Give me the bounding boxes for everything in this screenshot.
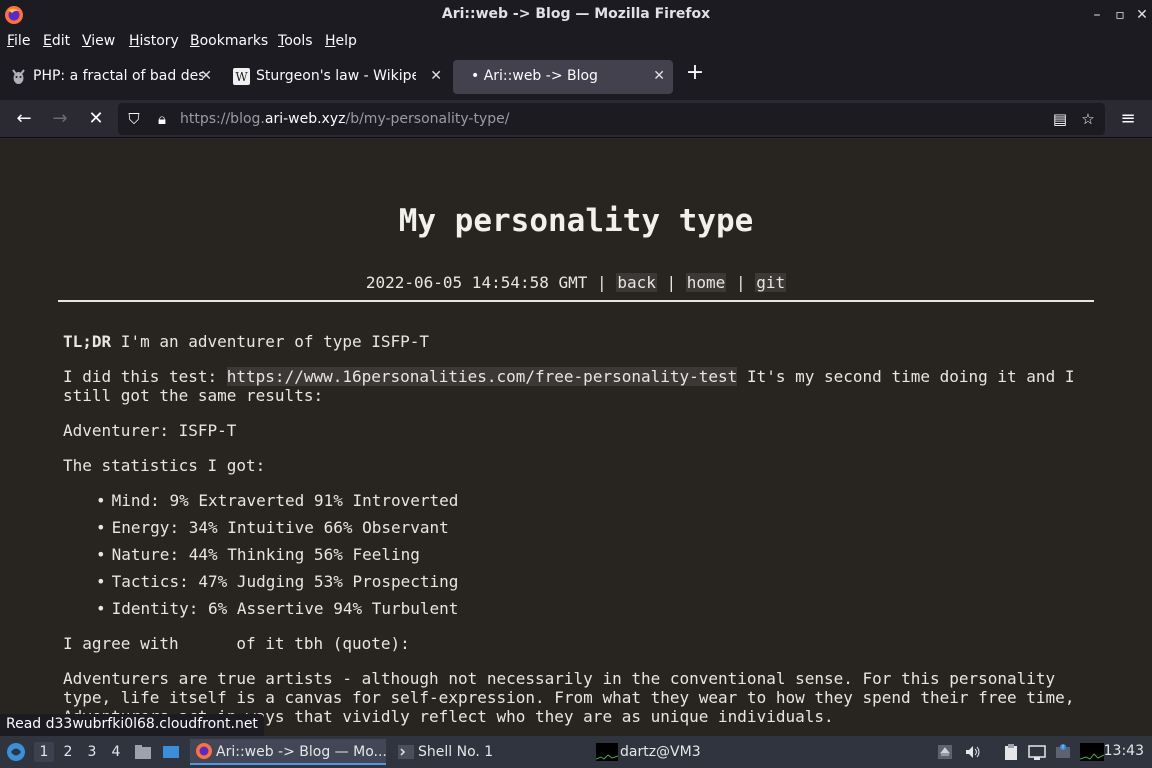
close-tab-icon[interactable]: ✕	[653, 68, 665, 84]
result-paragraph: Adventurer: ISFP-T	[63, 421, 237, 440]
post-meta: 2022-06-05 14:54:58 GMT | back | home | …	[365, 273, 787, 292]
minimize-icon[interactable]: –	[1087, 5, 1107, 25]
terminal-icon	[398, 745, 414, 759]
menu-edit[interactable]: Edit	[43, 33, 70, 49]
tab-label: Sturgeon's law - Wikipedi	[256, 68, 416, 84]
url-bar[interactable]: ⛉ 🔒︎ https://blog.ari-web.xyz/b/my-perso…	[118, 103, 1105, 135]
bookmark-star-icon[interactable]: ☆	[1078, 109, 1098, 129]
stop-loading-icon[interactable]: ✕	[84, 107, 108, 131]
workspace-3[interactable]: 3	[82, 742, 102, 762]
tab-ari-web-blog[interactable]: • Ari::web -> Blog ✕	[453, 60, 673, 94]
svg-text:W: W	[235, 70, 248, 84]
system-monitor-icon[interactable]	[1080, 743, 1104, 761]
list-item: Identity: 6% Assertive 94% Turbulent	[96, 599, 459, 618]
list-item: Energy: 34% Intuitive 66% Observant	[96, 518, 449, 537]
window-title: Ari::web -> Blog — Mozilla Firefox	[441, 6, 711, 22]
wikipedia-icon: W	[233, 68, 250, 85]
firefox-icon	[196, 743, 212, 759]
new-tab-button[interactable]: +	[684, 62, 706, 84]
close-tab-icon[interactable]: ✕	[430, 68, 442, 84]
window-titlebar: Ari::web -> Blog — Mozilla Firefox – ▫ ✕	[0, 0, 1152, 30]
eject-icon[interactable]	[936, 743, 954, 761]
shield-icon[interactable]: ⛉	[124, 109, 144, 129]
list-item: Tactics: 47% Judging 53% Prospecting	[96, 572, 459, 591]
close-tab-icon[interactable]: ✕	[200, 68, 212, 84]
task-shell[interactable]: Shell No. 1	[392, 739, 582, 765]
agree-paragraph: I agree with of it tbh (quote):	[63, 634, 410, 653]
volume-icon[interactable]	[964, 743, 982, 761]
tab-php-fractal[interactable]: PHP: a fractal of bad desi ✕	[2, 60, 220, 94]
menu-bar: File Edit View History Bookmarks Tools H…	[0, 30, 1152, 54]
task-firefox[interactable]: Ari::web -> Blog — Mo...	[190, 739, 387, 765]
list-item: Mind: 9% Extraverted 91% Introverted	[96, 491, 459, 510]
menu-tools[interactable]: Tools	[278, 33, 313, 49]
test-paragraph: I did this test: https://www.16personali…	[63, 367, 1075, 405]
post-date: 2022-06-05 14:54:58 GMT	[365, 273, 588, 292]
forward-arrow-icon[interactable]: →	[48, 107, 72, 131]
cpu-monitor-icon	[596, 743, 618, 761]
workspace-1[interactable]: 1	[34, 742, 54, 762]
task-label: dartz@VM3	[620, 744, 701, 760]
hamburger-menu-icon[interactable]: ≡	[1116, 107, 1140, 131]
tab-label: • Ari::web -> Blog	[471, 68, 598, 84]
statistics-intro: The statistics I got:	[63, 456, 266, 475]
taskbar: 1 2 3 4 Ari::web -> Blog — Mo... Shell N…	[0, 736, 1152, 768]
menu-bookmarks[interactable]: Bookmarks	[190, 33, 268, 49]
show-desktop-icon[interactable]	[162, 743, 180, 761]
tab-bar: PHP: a fractal of bad desi ✕ W Sturgeon'…	[0, 54, 1152, 100]
back-link[interactable]: back	[616, 273, 657, 292]
list-item: Nature: 44% Thinking 56% Feeling	[96, 545, 420, 564]
task-terminal-vm[interactable]: dartz@VM3	[594, 739, 714, 765]
network-icon[interactable]	[1028, 743, 1046, 761]
start-menu-icon[interactable]	[6, 742, 26, 762]
lock-icon[interactable]: 🔒︎	[152, 109, 172, 129]
tab-sturgeons-law[interactable]: W Sturgeon's law - Wikipedi ✕	[225, 60, 450, 94]
git-link[interactable]: git	[755, 273, 787, 292]
menu-view[interactable]: View	[82, 33, 115, 49]
menu-history[interactable]: History	[129, 33, 179, 49]
menu-help[interactable]: Help	[325, 33, 357, 49]
clock: 13:43	[1103, 743, 1144, 759]
maximize-icon[interactable]: ▫	[1110, 5, 1130, 25]
reader-view-icon[interactable]: ▤	[1050, 109, 1070, 129]
svg-text:!: !	[1062, 745, 1064, 751]
status-bar: Read d33wubrfki0l68.cloudfront.net	[0, 714, 264, 736]
url-text[interactable]: https://blog.ari-web.xyz/b/my-personalit…	[180, 111, 509, 127]
page-content: My personality type 2022-06-05 14:54:58 …	[0, 139, 1152, 736]
tab-label: PHP: a fractal of bad desi	[33, 68, 203, 84]
navigation-bar: ← → ✕ ⛉ 🔒︎ https://blog.ari-web.xyz/b/my…	[0, 100, 1152, 138]
divider	[58, 300, 1094, 302]
workspace-2[interactable]: 2	[58, 742, 78, 762]
notification-icon[interactable]: !	[1054, 743, 1072, 761]
task-label: Shell No. 1	[418, 744, 494, 760]
tldr-paragraph: TL;DR I'm an adventurer of type ISFP-T	[63, 332, 430, 351]
close-window-icon[interactable]: ✕	[1132, 5, 1152, 25]
file-manager-icon[interactable]	[134, 743, 152, 761]
page-title: My personality type	[398, 203, 754, 239]
workspace-4[interactable]: 4	[106, 742, 126, 762]
php-favicon-icon	[12, 69, 25, 84]
back-arrow-icon[interactable]: ←	[12, 107, 36, 131]
home-link[interactable]: home	[685, 273, 727, 292]
menu-file[interactable]: File	[7, 33, 30, 49]
personality-test-link[interactable]: https://www.16personalities.com/free-per…	[226, 367, 738, 386]
clipboard-icon[interactable]	[1002, 743, 1020, 761]
task-label: Ari::web -> Blog — Mo...	[216, 744, 387, 760]
